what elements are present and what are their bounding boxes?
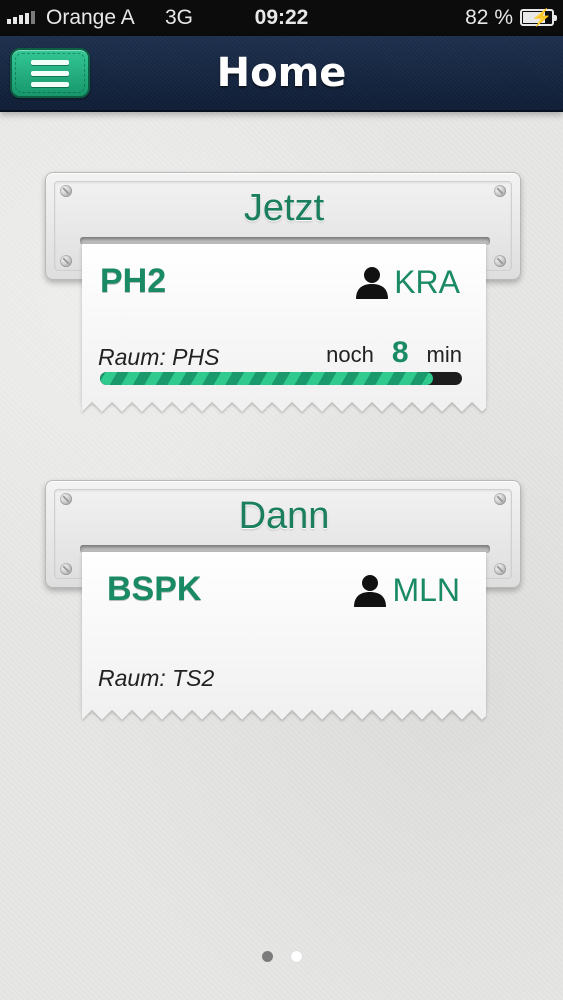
subject-code: BSPK — [107, 570, 202, 608]
remaining-prefix: noch — [326, 342, 374, 367]
screw-icon — [60, 563, 72, 575]
remaining-minutes: 8 — [391, 336, 409, 369]
remaining-time: noch 8 min — [326, 336, 462, 370]
page-dot-active[interactable] — [261, 951, 273, 962]
home-screen: Orange A 3G 09:22 82 % ⚡ Home Jetzt PH2 — [0, 0, 563, 1000]
page-title: Home — [216, 50, 347, 96]
person-icon — [356, 266, 389, 299]
card-title: Jetzt — [243, 187, 325, 229]
lesson-progress-bar — [100, 372, 462, 385]
page-dot[interactable] — [290, 951, 302, 962]
status-bar: Orange A 3G 09:22 82 % ⚡ — [0, 0, 563, 36]
teacher-code: MLN — [392, 572, 460, 608]
progress-fill — [100, 372, 434, 385]
lesson-ticket: BSPK MLN Raum: TS2 — [82, 552, 486, 710]
screw-icon — [494, 255, 506, 267]
teacher-code: KRA — [394, 264, 460, 300]
card-title: Dann — [238, 495, 330, 537]
room-label: Raum: TS2 — [98, 665, 215, 691]
lesson-ticket: PH2 KRA Raum: PHS noch 8 min — [82, 244, 486, 402]
status-time: 09:22 — [254, 6, 309, 29]
person-icon — [354, 574, 387, 607]
subject-code: PH2 — [100, 262, 167, 300]
teacher: KRA — [354, 264, 460, 301]
screw-icon — [494, 563, 506, 575]
page-indicator[interactable] — [0, 951, 563, 962]
teacher: MLN — [352, 572, 460, 609]
room-label: Raum: PHS — [98, 344, 220, 370]
battery-percentage: 82 % — [465, 6, 513, 29]
battery-icon: ⚡ — [520, 8, 557, 27]
screw-icon — [60, 255, 72, 267]
navigation-bar: Home — [0, 36, 563, 112]
remaining-unit: min — [426, 342, 462, 367]
